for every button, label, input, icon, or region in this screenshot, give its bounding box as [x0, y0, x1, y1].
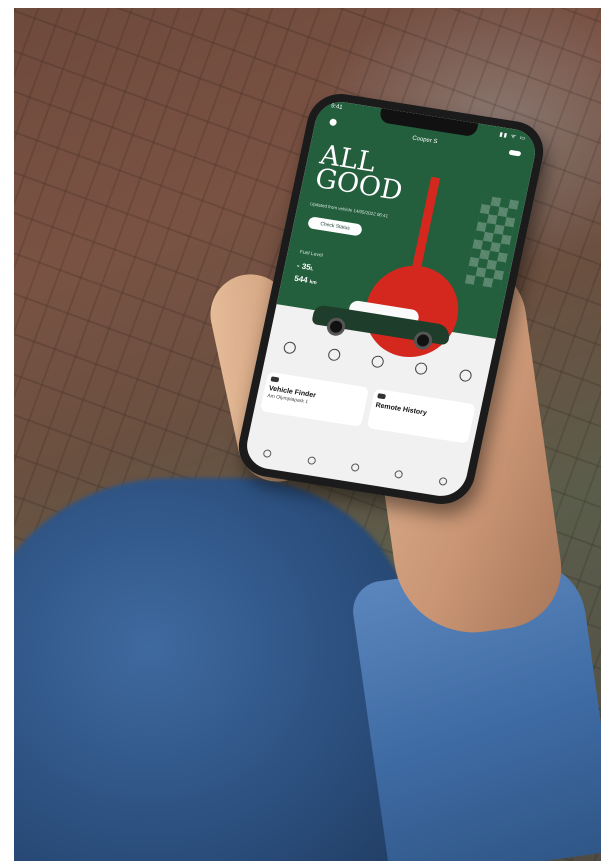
remote-history-card[interactable]: Remote History — [366, 388, 476, 444]
fuel-distance-unit: km — [308, 279, 318, 287]
clock-icon — [377, 393, 387, 400]
fuel-label: Fuel Level — [299, 249, 324, 259]
headlights-icon[interactable] — [370, 354, 385, 369]
card-title: Remote History — [374, 401, 428, 417]
tab-services-icon[interactable] — [350, 462, 360, 473]
headline: ALL GOOD — [312, 140, 409, 208]
vehicle-finder-card[interactable]: Vehicle Finder Am Olympiapark 1 — [260, 371, 370, 427]
gauge-needle — [410, 176, 441, 277]
photo: 9:41 ▮▮ ᯤ ▭ Cooper S ALL GOOD Updated fr… — [14, 8, 601, 861]
fan-icon[interactable] — [458, 368, 473, 383]
check-status-button[interactable]: Check Status — [307, 216, 363, 237]
horn-icon[interactable] — [414, 361, 429, 376]
tab-car-icon[interactable] — [262, 449, 273, 459]
status-icons: ▮▮ ᯤ ▭ — [498, 131, 527, 143]
fuel-distance-value: 544 — [293, 273, 309, 285]
updated-text: Updated from vehicle 14/05/2022 06:41 — [309, 201, 389, 219]
checkered-flag — [464, 195, 520, 289]
blurred-shoulder — [14, 478, 414, 861]
status-time: 9:41 — [330, 103, 344, 111]
unlock-icon[interactable] — [326, 347, 341, 362]
tab-location-icon[interactable] — [306, 455, 317, 466]
car-icon — [270, 376, 280, 383]
lock-icon[interactable] — [282, 340, 298, 355]
fuel-range: - 35L — [296, 261, 315, 272]
tab-profile-icon[interactable] — [438, 476, 448, 486]
fuel-distance: 544 km — [293, 274, 317, 286]
fuel-range-unit: L — [309, 266, 315, 273]
tab-shop-icon[interactable] — [394, 469, 404, 479]
